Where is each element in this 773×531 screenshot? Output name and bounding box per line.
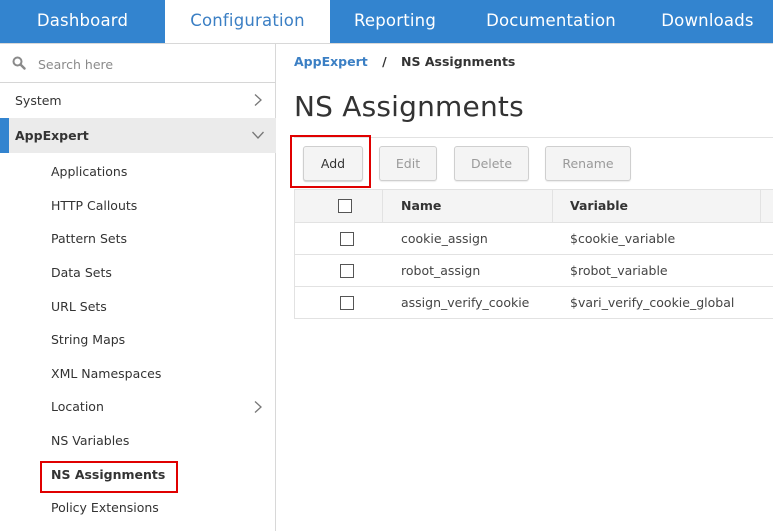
column-header-variable[interactable]: Variable [553,190,761,223]
tab-dashboard[interactable]: Dashboard [0,0,165,43]
breadcrumb-current: NS Assignments [401,54,516,69]
tab-downloads[interactable]: Downloads [642,0,773,43]
sidebar-subitem-http-callouts[interactable]: HTTP Callouts [0,189,276,222]
table-header: Name Variable [294,189,773,223]
row-checkbox[interactable] [340,264,354,278]
sidebar-subitem-xml-namespaces[interactable]: XML Namespaces [0,357,276,390]
cell-name: assign_verify_cookie [401,295,530,310]
search-icon [12,56,26,70]
top-nav: Dashboard Configuration Reporting Docume… [0,0,773,43]
row-checkbox[interactable] [340,296,354,310]
cell-name: robot_assign [401,263,481,278]
rename-button[interactable]: Rename [545,146,631,181]
sidebar-item-label: AppExpert [15,128,89,143]
edit-button[interactable]: Edit [379,146,437,181]
chevron-down-icon [252,131,264,139]
sidebar-item-appexpert[interactable]: AppExpert [0,118,276,153]
sidebar-subitem-pattern-sets[interactable]: Pattern Sets [0,222,276,255]
tab-reporting[interactable]: Reporting [330,0,460,43]
column-header-name[interactable]: Name [383,190,553,223]
delete-button[interactable]: Delete [454,146,529,181]
cell-variable: $vari_verify_cookie_global [570,295,735,310]
cell-variable: $cookie_variable [570,231,676,246]
sidebar: System AppExpert Applications HTTP Callo… [0,44,276,531]
sidebar-search [0,44,276,83]
search-input[interactable] [38,52,263,76]
sidebar-subitem-label: Location [51,399,104,414]
sidebar-subitem-ns-variables[interactable]: NS Variables [0,424,276,457]
sidebar-subitem-location[interactable]: Location [0,390,276,423]
table-row[interactable]: cookie_assign $cookie_variable [294,223,773,255]
breadcrumb: AppExpert / NS Assignments [294,54,515,69]
tab-configuration[interactable]: Configuration [165,0,330,43]
highlight-box-add [290,135,371,188]
select-all-checkbox[interactable] [338,199,352,213]
sidebar-subitem-data-sets[interactable]: Data Sets [0,256,276,289]
cell-name: cookie_assign [401,231,488,246]
sidebar-item-label: System [15,93,62,108]
row-checkbox[interactable] [340,232,354,246]
sidebar-item-system[interactable]: System [0,83,276,118]
sidebar-subitem-policy-extensions[interactable]: Policy Extensions [0,491,276,524]
active-accent-bar [0,118,9,153]
chevron-right-icon [254,401,262,413]
sidebar-subitem-string-maps[interactable]: String Maps [0,323,276,356]
sidebar-subitem-applications[interactable]: Applications [0,155,276,188]
select-all-cell [295,190,383,223]
table-row[interactable]: robot_assign $robot_variable [294,255,773,287]
page-title: NS Assignments [294,90,524,123]
chevron-right-icon [254,94,262,106]
breadcrumb-separator: / [382,54,387,69]
table-row[interactable]: assign_verify_cookie $vari_verify_cookie… [294,287,773,319]
sidebar-subitem-url-sets[interactable]: URL Sets [0,290,276,323]
highlight-box-ns-assignments [40,461,178,493]
breadcrumb-appexpert-link[interactable]: AppExpert [294,54,368,69]
cell-variable: $robot_variable [570,263,668,278]
tab-documentation[interactable]: Documentation [460,0,642,43]
